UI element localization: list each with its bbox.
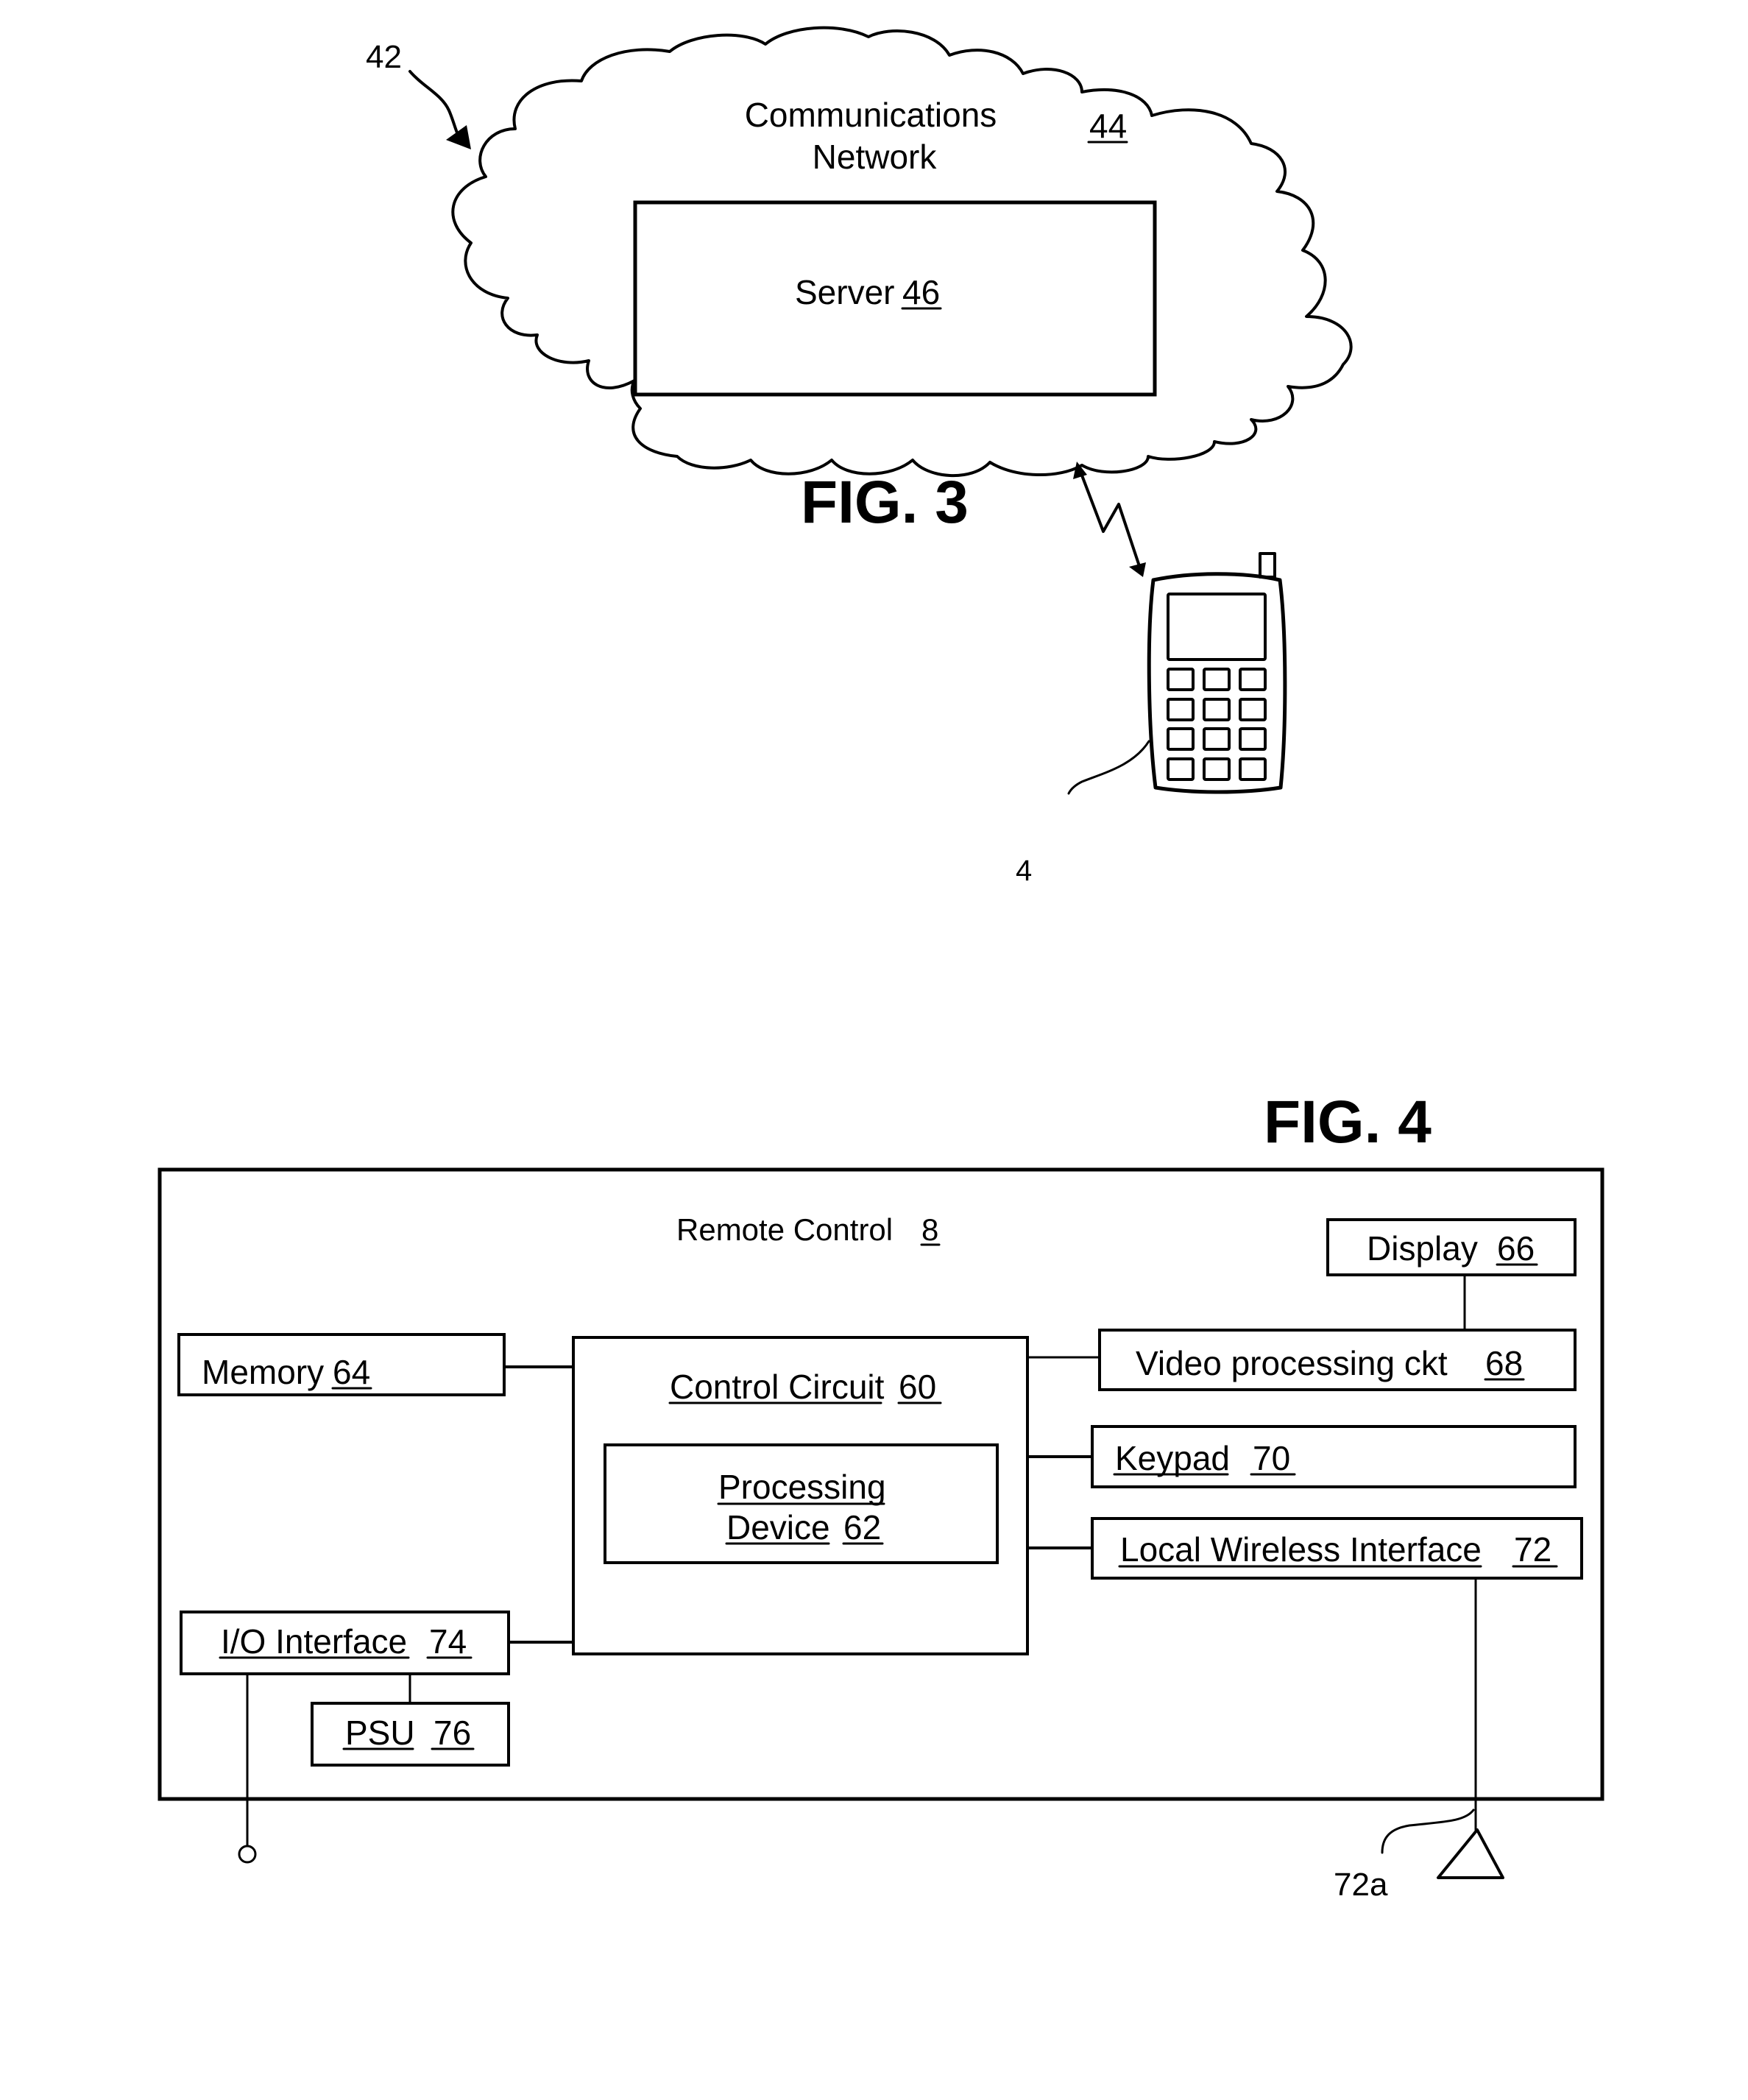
psu-label: PSU bbox=[345, 1714, 415, 1752]
wireless-link-icon bbox=[1078, 468, 1142, 570]
network-ref: 44 bbox=[1089, 107, 1127, 145]
system-ref-arrowhead-icon bbox=[446, 125, 471, 149]
psu-ref: 76 bbox=[434, 1714, 471, 1752]
processing-device-label-line2: Device bbox=[726, 1508, 830, 1546]
video-processing-label: Video processing ckt bbox=[1136, 1344, 1448, 1382]
fig3: 42 Communications Network 44 Server 46 F… bbox=[366, 26, 1353, 887]
network-cloud-icon bbox=[451, 26, 1353, 477]
wireless-interface-label: Local Wireless Interface bbox=[1120, 1530, 1482, 1569]
fig4-title: FIG. 4 bbox=[1264, 1089, 1432, 1156]
wireless-link-arrowhead-top-icon bbox=[1073, 462, 1087, 479]
processing-device-ref: 62 bbox=[843, 1508, 881, 1546]
remote-control-ref: 8 bbox=[921, 1212, 938, 1247]
keypad-ref: 70 bbox=[1253, 1439, 1290, 1477]
display-ref: 66 bbox=[1497, 1229, 1535, 1268]
keypad-label: Keypad bbox=[1115, 1439, 1230, 1477]
phone-ref: 4 bbox=[1016, 855, 1032, 887]
memory-label: Memory bbox=[202, 1353, 324, 1391]
server-label: Server bbox=[795, 273, 894, 311]
display-label: Display bbox=[1367, 1229, 1478, 1268]
network-label-line1: Communications bbox=[745, 96, 997, 134]
antenna-icon bbox=[1437, 1828, 1504, 1879]
io-interface-label: I/O Interface bbox=[221, 1622, 407, 1661]
patent-drawing-sheet: 42 Communications Network 44 Server 46 F… bbox=[158, 26, 1604, 1903]
processing-device-label-line1: Processing bbox=[718, 1468, 886, 1506]
remote-control-label: Remote Control bbox=[676, 1212, 893, 1247]
wireless-interface-ref: 72 bbox=[1514, 1530, 1551, 1569]
control-circuit-label: Control Circuit bbox=[670, 1368, 885, 1406]
antenna-ref-leader bbox=[1381, 1809, 1475, 1854]
video-processing-ref: 68 bbox=[1485, 1344, 1523, 1382]
antenna-ref: 72a bbox=[1334, 1867, 1388, 1903]
phone-keypad bbox=[1167, 668, 1267, 781]
io-interface-ref: 74 bbox=[429, 1622, 467, 1661]
mobile-phone-icon bbox=[1147, 552, 1287, 794]
io-terminal-icon bbox=[238, 1845, 257, 1864]
server-box bbox=[633, 200, 1157, 397]
wireless-link-arrowhead-bottom-icon bbox=[1129, 562, 1146, 577]
phone-ref-leader bbox=[1067, 740, 1150, 795]
control-circuit-ref: 60 bbox=[899, 1368, 936, 1406]
network-label-line2: Network bbox=[813, 138, 938, 176]
fig3-title: FIG. 3 bbox=[801, 469, 969, 536]
system-ref-label: 42 bbox=[366, 39, 402, 75]
server-ref: 46 bbox=[902, 273, 940, 311]
fig4: FIG. 4 Remote Control 8 Memory 64 Contro… bbox=[158, 1089, 1604, 1903]
memory-ref: 64 bbox=[333, 1353, 370, 1391]
